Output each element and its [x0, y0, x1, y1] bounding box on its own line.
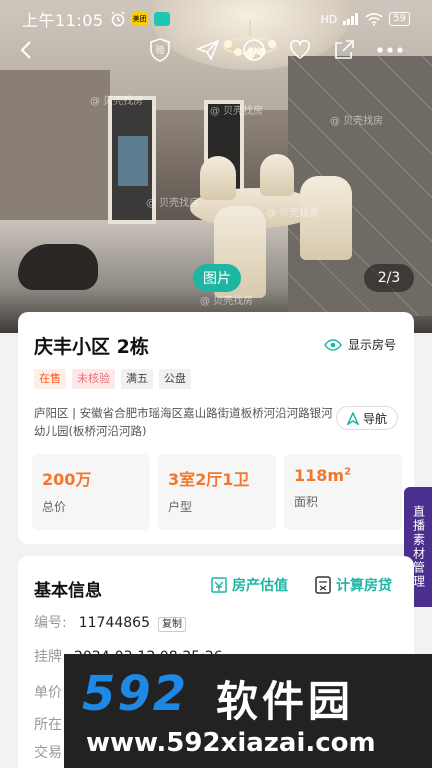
navigate-label: 导航 — [362, 411, 387, 426]
photo-watermark: @ 贝壳找房 — [90, 96, 144, 107]
meituan-app-icon: 美团 — [131, 12, 148, 26]
info-label: 挂牌 — [34, 649, 62, 665]
property-valuation-label: 房产估值 — [232, 578, 288, 594]
tag-on-sale: 在售 — [34, 369, 66, 389]
back-button[interactable] — [12, 36, 40, 64]
svg-text:PK: PK — [248, 47, 261, 56]
listing-stats: 200万 总价 3室2厅1卫 户型 118m2 面积 — [32, 454, 402, 530]
info-row-id: 编号: 11744865 复制 — [34, 612, 186, 632]
info-row-transaction: 交易 — [34, 742, 62, 762]
valuation-icon — [211, 577, 227, 593]
chevron-left-icon — [20, 41, 31, 59]
send-arrow-icon — [196, 39, 220, 61]
verified-shield-icon: 验 — [150, 38, 170, 62]
share-icon — [335, 40, 354, 59]
copy-button[interactable]: 复制 — [157, 617, 186, 632]
calculator-icon — [315, 576, 331, 594]
info-label: 单价 — [34, 685, 62, 701]
watermark-brand-text: 软件园 — [216, 677, 355, 726]
navigate-button[interactable]: 导航 — [336, 406, 398, 430]
tag-public-listing: 公盘 — [159, 369, 191, 389]
info-row-unit-price: 单价 — [34, 682, 62, 702]
stat-value-wrapper: 118m2 — [294, 466, 392, 485]
watermark-brand-number: 592 — [82, 666, 189, 722]
photo-chair — [200, 156, 236, 200]
signal-hd-label: HD — [320, 12, 338, 26]
photo-watermark: @ 贝壳找房 — [266, 208, 320, 219]
stat-layout: 3室2厅1卫 户型 — [158, 454, 276, 530]
share-location-button[interactable] — [194, 36, 222, 64]
stat-value: 118m — [294, 466, 345, 485]
app-notification-icon — [153, 12, 170, 26]
mortgage-calculator-label: 计算房贷 — [336, 578, 392, 594]
listing-title: 庆丰小区 2栋 — [34, 336, 149, 358]
battery-indicator: 59 — [389, 12, 410, 26]
site-watermark-banner: 592 软件园 www.592xiazai.com — [64, 654, 432, 768]
wifi-icon — [365, 12, 383, 26]
tag-five-years: 满五 — [121, 369, 153, 389]
stat-label: 户型 — [168, 500, 193, 514]
navigation-arrow-icon — [346, 411, 359, 425]
status-bar: 上午11:05 美团 HD 59 — [0, 0, 432, 38]
stat-area: 118m2 面积 — [284, 454, 402, 530]
favorite-button[interactable] — [286, 36, 314, 64]
photo-chair — [260, 154, 294, 196]
photo-counter: 2/3 — [364, 264, 414, 292]
photo-watermark: @ 贝壳找房 — [200, 296, 254, 307]
property-valuation-button[interactable]: 房产估值 — [210, 575, 288, 595]
info-label: 交易 — [34, 745, 62, 761]
alarm-icon — [110, 11, 126, 27]
photo-category-pill[interactable]: 图片 — [193, 264, 241, 292]
more-dots-icon — [377, 47, 403, 53]
photo-dog — [18, 244, 98, 290]
stat-label: 总价 — [42, 500, 67, 514]
share-button[interactable] — [330, 36, 358, 64]
stat-unit-superscript: 2 — [344, 466, 352, 478]
basic-info-title: 基本信息 — [34, 581, 102, 601]
show-room-number-label: 显示房号 — [347, 338, 396, 352]
stat-value: 3室2厅1卫 — [168, 470, 250, 489]
stat-total-price: 200万 总价 — [32, 454, 150, 530]
photo-watermark: @ 贝壳找房 — [330, 116, 384, 127]
photo-watermark: @ 贝壳找房 — [210, 106, 264, 117]
watermark-url: www.592xiazai.com — [86, 728, 376, 758]
pk-compare-button[interactable]: PK — [240, 36, 268, 64]
signal-icon — [343, 13, 359, 25]
stat-value: 200万 — [42, 470, 92, 489]
show-room-number-button[interactable]: 显示房号 — [324, 336, 396, 353]
listing-address: 庐阳区 | 安徽省合肥市瑶海区嘉山路街道板桥河沿河路银河幼儿园(板桥河沿河路) — [34, 406, 333, 438]
info-label: 所在 — [34, 717, 62, 733]
info-row-location: 所在 — [34, 714, 62, 734]
tag-unverified: 未核验 — [72, 369, 115, 389]
heart-icon — [290, 40, 310, 59]
svg-text:验: 验 — [155, 44, 164, 56]
stat-label: 面积 — [294, 495, 319, 509]
verify-button[interactable]: 验 — [146, 36, 174, 64]
info-label: 编号: — [34, 615, 67, 631]
eye-icon — [324, 338, 342, 351]
listing-tags: 在售 未核验 满五 公盘 — [34, 369, 191, 389]
more-button[interactable] — [376, 36, 404, 64]
info-value: 11744865 — [78, 615, 150, 631]
photo-watermark: @ 贝壳找房 — [146, 198, 200, 209]
status-time: 上午11:05 — [22, 11, 104, 30]
mortgage-calculator-button[interactable]: 计算房贷 — [314, 575, 392, 595]
listing-summary-card: 庆丰小区 2栋 显示房号 在售 未核验 满五 公盘 庐阳区 | 安徽省合肥市瑶海… — [18, 312, 414, 544]
pk-icon: PK — [243, 39, 265, 61]
top-toolbar: 验 PK — [0, 36, 432, 66]
